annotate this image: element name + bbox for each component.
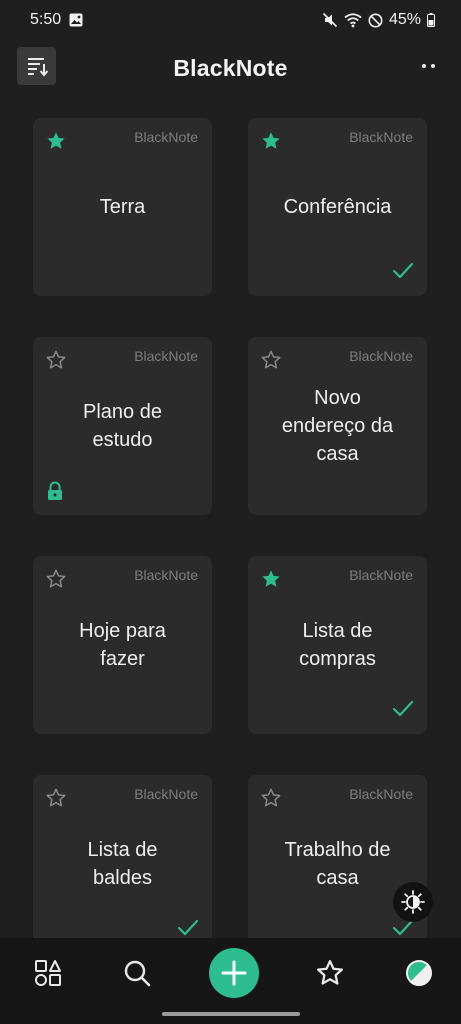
note-title: Lista de baldes	[87, 839, 158, 889]
note-brand-label: BlackNote	[134, 786, 198, 802]
plus-icon	[221, 960, 246, 986]
add-note-button[interactable]	[208, 948, 259, 998]
note-card[interactable]: BlackNote Conferência	[248, 118, 427, 296]
star-outline-icon[interactable]	[45, 787, 67, 809]
check-icon	[392, 262, 414, 279]
star-outline-icon[interactable]	[260, 787, 282, 809]
gesture-bar	[0, 1008, 461, 1024]
check-icon	[177, 919, 199, 936]
nav-favorites-button[interactable]	[312, 955, 348, 991]
star-filled-icon[interactable]	[260, 130, 282, 152]
note-brand-label: BlackNote	[349, 348, 413, 364]
search-icon	[125, 960, 151, 987]
note-brand-label: BlackNote	[134, 567, 198, 583]
note-card[interactable]: BlackNote Hoje para fazer	[33, 556, 212, 734]
check-icon	[392, 700, 414, 717]
star-icon	[316, 960, 343, 985]
note-brand-label: BlackNote	[349, 786, 413, 802]
brightness-toggle-button[interactable]	[393, 882, 433, 922]
note-title: Plano de estudo	[83, 401, 162, 451]
note-title: Conferência	[283, 196, 392, 218]
note-card[interactable]: BlackNote Terra	[33, 118, 212, 296]
note-card[interactable]: BlackNote Plano de estudo	[33, 337, 212, 515]
note-title: Hoje para fazer	[79, 620, 166, 670]
note-title: Lista de compras	[299, 620, 376, 670]
brightness-icon	[401, 890, 425, 914]
gesture-handle[interactable]	[162, 1012, 300, 1016]
nav-categories-button[interactable]	[30, 955, 66, 991]
nav-theme-button[interactable]	[401, 955, 437, 991]
note-card[interactable]: BlackNote Lista de baldes	[33, 775, 212, 953]
notes-grid: BlackNote Terra BlackNote Conferência BlackN…	[0, 0, 461, 1024]
nav-search-button[interactable]	[119, 955, 155, 991]
star-outline-icon[interactable]	[260, 349, 282, 371]
note-title: Terra	[99, 196, 146, 218]
theme-icon	[406, 960, 432, 986]
bottom-navigation	[0, 938, 461, 1008]
star-outline-icon[interactable]	[45, 568, 67, 590]
star-filled-icon[interactable]	[45, 130, 67, 152]
star-filled-icon[interactable]	[260, 568, 282, 590]
note-brand-label: BlackNote	[349, 129, 413, 145]
star-outline-icon[interactable]	[45, 349, 67, 371]
note-card[interactable]: BlackNote Lista de compras	[248, 556, 427, 734]
shapes-icon	[35, 960, 61, 986]
note-card[interactable]: BlackNote Trabalho de casa	[248, 775, 427, 953]
note-card[interactable]: BlackNote Novo endereço da casa	[248, 337, 427, 515]
note-brand-label: BlackNote	[349, 567, 413, 583]
note-brand-label: BlackNote	[134, 129, 198, 145]
note-brand-label: BlackNote	[134, 348, 198, 364]
lock-icon	[48, 481, 62, 500]
note-title: Novo endereço da casa	[281, 387, 394, 465]
